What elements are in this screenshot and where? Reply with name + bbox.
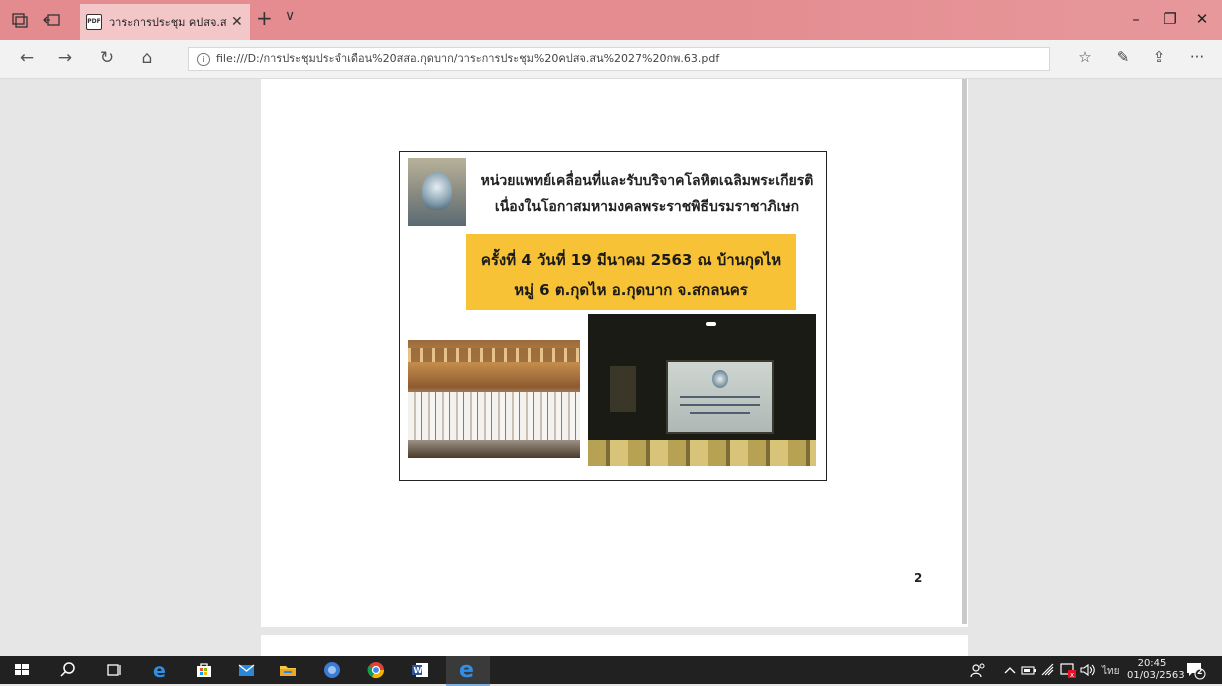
windows-start-icon[interactable] [12, 660, 32, 680]
action-center-icon[interactable]: 2 [1184, 660, 1206, 680]
tab-title: วาระการประชุม คปสจ.สน 2 [109, 16, 227, 29]
clock-time: 20:45 [1137, 658, 1167, 669]
task-view-icon[interactable] [104, 660, 124, 680]
pdf-viewer[interactable]: หน่วยแพทย์เคลื่อนที่และรับบริจาคโลหิตเฉล… [0, 79, 1222, 665]
address-bar[interactable]: i file:///D:/การประชุมประจำเดือน%20สสอ.กุ… [188, 47, 1050, 71]
show-hidden-icons-chevron-icon[interactable] [1000, 660, 1020, 680]
taskbar-clock[interactable]: 20:45 01/03/2563 [1127, 658, 1185, 682]
info-icon[interactable]: i [197, 52, 210, 66]
windows-taskbar: e W e x ไทย 20:45 01/03/2563 2 [0, 656, 1222, 686]
slide-header-line-2: เนื่องในโอกาสมหามงคลพระราชพิธีบรมราชาภิเ… [494, 199, 800, 215]
clock-date: 01/03/2563 [1127, 670, 1185, 681]
refresh-button[interactable]: ↻ [96, 48, 118, 68]
network-alert-icon[interactable]: x [1058, 660, 1078, 680]
input-language[interactable]: ไทย [1102, 664, 1119, 679]
tab-actions-icon[interactable] [10, 10, 30, 30]
volume-icon[interactable] [1078, 660, 1098, 680]
wifi-icon[interactable] [1038, 660, 1058, 680]
notification-count: 2 [1197, 667, 1203, 676]
slide-header-line-1: หน่วยแพทย์เคลื่อนที่และรับบริจาคโลหิตเฉล… [480, 173, 814, 189]
search-icon[interactable] [58, 660, 78, 680]
cortana-circle-icon[interactable] [322, 660, 342, 680]
svg-text:W: W [414, 666, 423, 675]
royal-emblem-icon [408, 158, 466, 226]
stage-screen-photo [588, 314, 816, 466]
share-icon[interactable]: ⇪ [1148, 48, 1170, 66]
event-line-1: ครั้งที่ 4 วันที่ 19 มีนาคม 2563 ณ บ้านก… [480, 251, 782, 269]
close-tab-icon[interactable]: ✕ [231, 14, 243, 30]
file-explorer-icon[interactable] [278, 660, 298, 680]
set-tabs-aside-icon[interactable] [42, 10, 62, 30]
close-window-button[interactable]: ✕ [1190, 10, 1214, 28]
edge-taskbar-button[interactable]: e [446, 656, 490, 686]
browser-titlebar: PDF วาระการประชุม คปสจ.สน 2 ✕ + ∨ – ❐ ✕ [0, 0, 1222, 40]
event-line-2: หมู่ 6 ต.กุดไห อ.กุดบาก จ.สกลนคร [514, 281, 748, 299]
pdf-page: หน่วยแพทย์เคลื่อนที่และรับบริจาคโลหิตเฉล… [261, 79, 968, 627]
browser-navbar: ← → ↻ ⌂ i file:///D:/การประชุมประจำเดือน%… [0, 40, 1222, 79]
maximize-button[interactable]: ❐ [1158, 10, 1182, 28]
back-button[interactable]: ← [16, 48, 38, 68]
event-highlight-box: ครั้งที่ 4 วันที่ 19 มีนาคม 2563 ณ บ้านก… [466, 234, 796, 310]
people-icon[interactable] [968, 660, 988, 680]
favorites-icon[interactable]: ☆ [1074, 48, 1096, 66]
address-text: file:///D:/การประชุมประจำเดือน%20สสอ.กุด… [216, 52, 720, 65]
page-number: 2 [914, 571, 923, 585]
battery-icon[interactable] [1018, 660, 1038, 680]
home-button[interactable]: ⌂ [136, 48, 158, 68]
tab-preview-chevron-icon[interactable]: ∨ [285, 8, 295, 24]
svg-text:e: e [153, 660, 166, 680]
internet-explorer-icon[interactable]: e [150, 660, 170, 682]
browser-tab-active[interactable]: PDF วาระการประชุม คปสจ.สน 2 ✕ [80, 4, 250, 40]
scrollbar[interactable] [962, 79, 967, 624]
web-notes-icon[interactable]: ✎ [1112, 48, 1134, 66]
word-icon[interactable]: W [410, 660, 430, 680]
store-icon[interactable] [194, 660, 214, 680]
audience-photo [408, 340, 580, 458]
pdf-icon: PDF [86, 14, 102, 30]
minimize-button[interactable]: – [1124, 10, 1148, 28]
svg-text:e: e [459, 658, 474, 682]
mail-icon[interactable] [236, 660, 256, 680]
forward-button[interactable]: → [54, 48, 76, 68]
chrome-icon[interactable] [366, 660, 386, 680]
svg-text:x: x [1070, 671, 1074, 679]
more-icon[interactable]: ··· [1186, 48, 1208, 66]
new-tab-icon[interactable]: + [256, 6, 273, 30]
slide-image: หน่วยแพทย์เคลื่อนที่และรับบริจาคโลหิตเฉล… [399, 151, 827, 481]
